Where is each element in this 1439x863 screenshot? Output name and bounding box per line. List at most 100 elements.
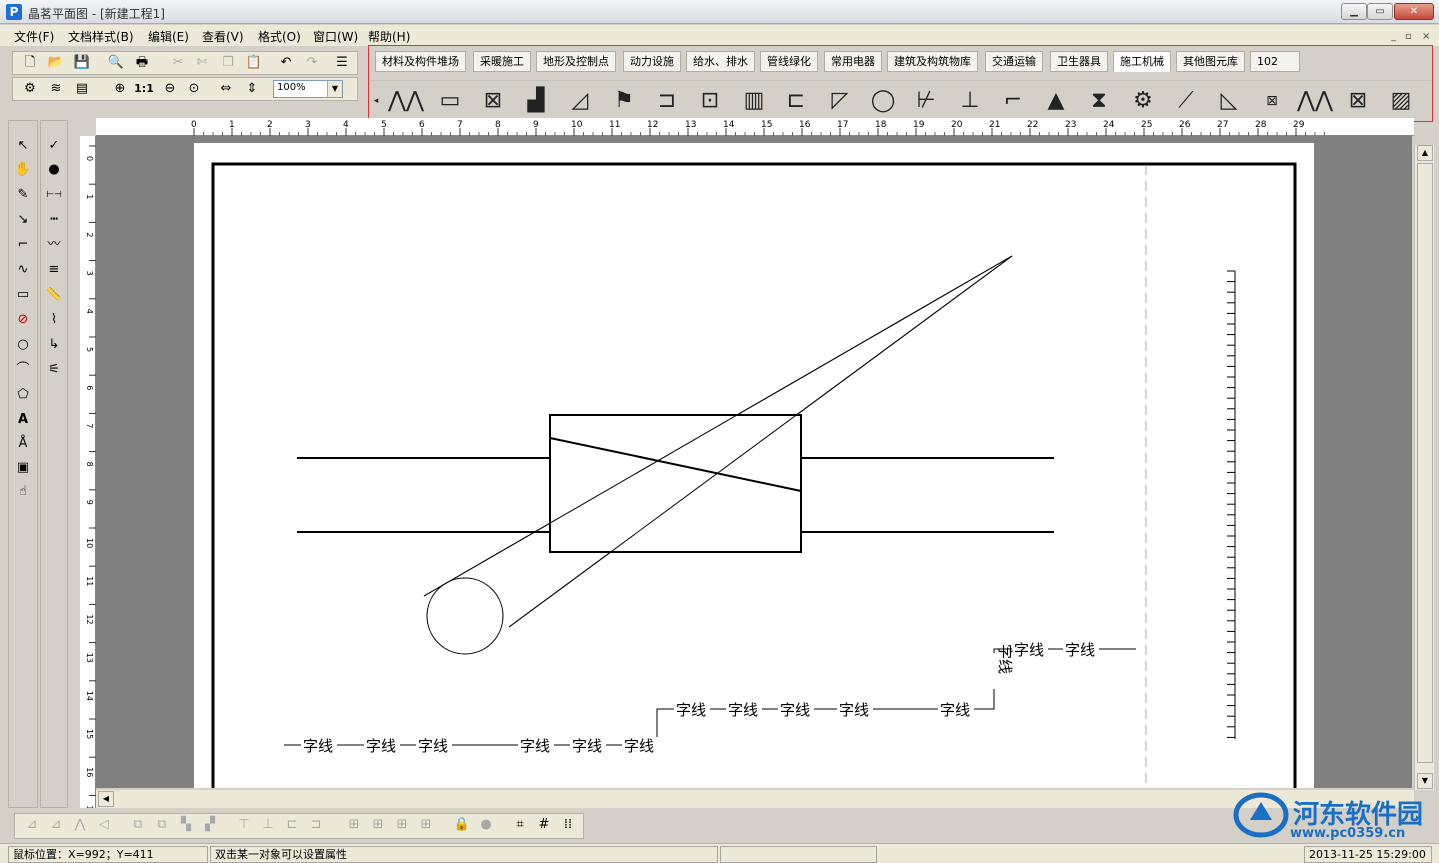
tab-electrical[interactable]: 常用电器 — [824, 51, 882, 72]
new-file-icon[interactable]: 🗋 — [19, 52, 41, 74]
snap-icon[interactable]: ⌗ — [509, 814, 531, 836]
ellipse-icon[interactable]: ○ — [12, 334, 34, 356]
distribute-v-icon[interactable]: ⊞ — [367, 814, 389, 836]
minimize-button[interactable]: ▁ — [1341, 3, 1367, 20]
list-icon[interactable]: ☰ — [331, 52, 353, 74]
triangle-icon[interactable]: ▲ — [1038, 85, 1074, 117]
style-icon[interactable]: ⚟ — [43, 359, 65, 381]
line-label[interactable]: 字线 — [624, 737, 654, 755]
zoom-out-icon[interactable]: ⊖ — [159, 78, 181, 100]
gear-ring-icon[interactable]: ⚙ — [1125, 85, 1161, 117]
zoom-select[interactable]: 100% ▼ — [273, 80, 343, 98]
square-bracket-icon[interactable]: ⌐ — [995, 85, 1031, 117]
align-right-edge-icon[interactable]: ⊐ — [305, 814, 327, 836]
vertical-scroll-thumb[interactable] — [1417, 163, 1433, 763]
align-left-edge-icon[interactable]: ⊏ — [281, 814, 303, 836]
line-label-vertical[interactable]: 字线 — [996, 644, 1014, 674]
print-preview-icon[interactable]: 🔍 — [105, 52, 127, 74]
wave-icon[interactable]: 〰 — [43, 234, 65, 256]
properties-icon[interactable]: ⚙ — [19, 78, 41, 100]
tab-heating[interactable]: 采暖施工 — [473, 51, 531, 72]
distribute-h-icon[interactable]: ⊞ — [343, 814, 365, 836]
image-icon[interactable]: ▣ — [12, 457, 34, 479]
menu-help[interactable]: 帮助(H) — [368, 28, 410, 45]
grab-icon[interactable]: ☝ — [12, 481, 34, 503]
page-height-icon[interactable]: ⇕ — [241, 78, 263, 100]
hand-icon[interactable]: ✋ — [12, 159, 34, 181]
mdi-minimize-button[interactable]: _ — [1391, 31, 1396, 42]
align-left-icon[interactable]: ⊿ — [21, 814, 43, 836]
tab-pipeline[interactable]: 管线绿化 — [760, 51, 818, 72]
flag-icon[interactable]: ⚑ — [606, 85, 642, 117]
line-label[interactable]: 字线 — [303, 737, 333, 755]
mdi-close-button[interactable]: × — [1422, 31, 1430, 42]
close-button[interactable]: ✕ — [1394, 3, 1434, 20]
flip-h-icon[interactable]: ⋀ — [69, 814, 91, 836]
roller-icon[interactable]: ▭ — [432, 85, 468, 117]
x-box-icon[interactable]: ⊠ — [1340, 85, 1376, 117]
break-line-icon[interactable]: ⌇ — [43, 309, 65, 331]
menu-format[interactable]: 格式(O) — [258, 28, 301, 45]
lock-icon[interactable]: 🔒 — [451, 814, 473, 836]
send-back-icon[interactable]: ▞ — [199, 814, 221, 836]
dot-icon[interactable]: ● — [43, 159, 65, 181]
print-icon[interactable]: 🖶 — [131, 52, 153, 74]
dashed-line-icon[interactable]: ┅ — [43, 209, 65, 231]
hatched-box-icon[interactable]: ▨ — [1383, 85, 1419, 117]
line-label[interactable]: 字线 — [366, 737, 396, 755]
maximize-button[interactable]: ▭ — [1367, 3, 1393, 20]
pen-box-icon[interactable]: ◿ — [562, 85, 598, 117]
unlock-icon[interactable]: ● — [475, 814, 497, 836]
dot-grid-icon[interactable]: ⁞⁞ — [557, 814, 579, 836]
menu-doc-style[interactable]: 文档样式(B) — [68, 28, 134, 45]
align-center-icon[interactable]: ⊿ — [45, 814, 67, 836]
boom-icon[interactable]: ⟋ — [1168, 85, 1204, 117]
rectangle-icon[interactable]: ▭ — [12, 284, 34, 306]
zigzag-icon[interactable]: ⋀⋀ — [1297, 85, 1333, 117]
layers-icon[interactable]: ≋ — [45, 78, 67, 100]
undo-icon[interactable]: ↶ — [275, 52, 297, 74]
zoom-fit-icon[interactable]: ⊙ — [183, 78, 205, 100]
actual-size-button[interactable]: 1:1 — [133, 78, 155, 100]
circle-shape[interactable] — [426, 577, 504, 655]
drill-icon[interactable]: ⊬ — [908, 85, 944, 117]
line-label[interactable]: 字线 — [940, 701, 970, 719]
tab-machinery[interactable]: 施工机械 — [1113, 51, 1171, 72]
line-label[interactable]: 字线 — [780, 701, 810, 719]
page-width-icon[interactable]: ⇔ — [215, 78, 237, 100]
tab-sanitary[interactable]: 卫生器具 — [1050, 51, 1108, 72]
line-label[interactable]: 字线 — [839, 701, 869, 719]
tab-buildings[interactable]: 建筑及构筑物库 — [887, 51, 978, 72]
line-label[interactable]: 字线 — [676, 701, 706, 719]
save-icon[interactable]: 💾 — [71, 52, 93, 74]
dimension-icon[interactable]: ⊢⊣ — [43, 184, 65, 206]
slope-icon[interactable]: ↳ — [43, 334, 65, 356]
redo-icon[interactable]: ↷ — [301, 52, 323, 74]
pump-icon[interactable]: ⊐ — [649, 85, 685, 117]
cut-icon-2[interactable]: ✄ — [191, 52, 213, 74]
small-box-icon[interactable]: ⊠ — [1254, 85, 1290, 117]
bring-front-icon[interactable]: ▚ — [175, 814, 197, 836]
pencil-icon[interactable]: ✎ — [12, 184, 34, 206]
align-bottom-icon[interactable]: ⊥ — [257, 814, 279, 836]
drawing-page[interactable]: 字线 字线 字线 字线 字线 字线 字线 字线 字线 字线 字线 字线 字线 字线 — [194, 143, 1314, 788]
circle-icon[interactable]: ⊘ — [12, 309, 34, 331]
scroll-down-icon[interactable]: ▼ — [1417, 773, 1433, 789]
stair-icon[interactable]: ▟ — [518, 85, 554, 117]
mdi-restore-button[interactable]: ▫ — [1405, 31, 1412, 42]
excavator-icon[interactable]: ◸ — [822, 85, 858, 117]
copy-icon[interactable]: ❐ — [217, 52, 239, 74]
line-label[interactable]: 字线 — [572, 737, 602, 755]
flip-v-icon[interactable]: ◁ — [93, 814, 115, 836]
hatch-icon[interactable]: ≡ — [43, 259, 65, 281]
art-text-icon[interactable]: Å — [12, 433, 34, 455]
tab-other[interactable]: 其他图元库 — [1176, 51, 1245, 72]
scroll-left-arrow-icon[interactable]: ◀ — [98, 791, 114, 807]
group-icon[interactable]: ⧉ — [127, 814, 149, 836]
tab-102[interactable]: 102 — [1250, 51, 1300, 72]
same-width-icon[interactable]: ⊞ — [391, 814, 413, 836]
line-label[interactable]: 字线 — [418, 737, 448, 755]
arc-icon[interactable]: ⌒ — [12, 359, 34, 381]
ramp-icon[interactable]: ◺ — [1211, 85, 1247, 117]
open-folder-icon[interactable]: 📂 — [45, 52, 67, 74]
